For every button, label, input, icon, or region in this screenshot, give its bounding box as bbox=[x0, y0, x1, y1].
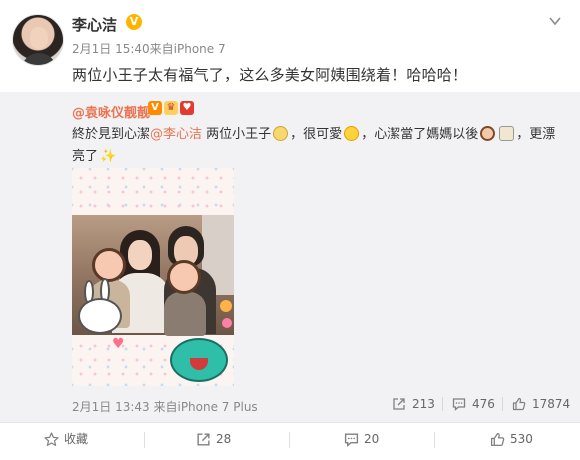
post-meta: 2月1日 15:40来自iPhone 7 bbox=[72, 42, 226, 56]
member-crown-icon: ♛ bbox=[164, 101, 178, 115]
repost-text-part: ，很可愛 bbox=[290, 127, 343, 142]
repost-author[interactable]: @袁咏仪靓靓 bbox=[72, 102, 150, 121]
thumbs-up-icon bbox=[490, 432, 505, 447]
avatar-shirt bbox=[21, 53, 57, 65]
child-body bbox=[164, 292, 206, 336]
repost-photo[interactable]: ♥ bbox=[72, 168, 234, 386]
star-icon bbox=[44, 432, 59, 446]
sticker-dot bbox=[222, 318, 232, 328]
avatar-face bbox=[30, 27, 48, 49]
comment-icon bbox=[452, 398, 466, 411]
repost-text-part: 終於見到心潔 bbox=[72, 127, 151, 142]
sticker-dot bbox=[220, 300, 232, 312]
divider bbox=[434, 432, 435, 448]
repost-meta: 2月1日 13:43 来自iPhone 7 Plus bbox=[72, 400, 258, 414]
comment-count-label: 476 bbox=[472, 397, 495, 411]
person-face bbox=[128, 240, 152, 270]
repost-count-label: 28 bbox=[216, 432, 232, 446]
mention-link[interactable]: @李心洁 bbox=[150, 127, 202, 142]
like-count-label: 530 bbox=[510, 432, 533, 446]
post-text: 两位小王子太有福气了，这么多美女阿姨围绕着！哈哈哈！ bbox=[72, 66, 468, 84]
crown-emoji-icon bbox=[273, 126, 289, 141]
girl-emoji-icon bbox=[480, 126, 496, 141]
bunny-sticker bbox=[78, 298, 122, 334]
avatar[interactable] bbox=[12, 14, 64, 66]
repost-text-part: 两位小王子 bbox=[202, 127, 272, 142]
verified-v-icon: V bbox=[148, 101, 162, 115]
thumbs-up-icon bbox=[512, 397, 526, 411]
chevron-down-icon[interactable] bbox=[548, 14, 562, 28]
repost-count-label: 213 bbox=[412, 397, 435, 411]
sparkles-icon: ✨ bbox=[100, 149, 117, 164]
repost-icon bbox=[197, 433, 210, 446]
child-face-sticker bbox=[167, 260, 201, 294]
weibo-card: 李心洁 V 2月1日 15:40来自iPhone 7 两位小王子太有福气了，这么… bbox=[0, 0, 580, 460]
user-name[interactable]: 李心洁 bbox=[72, 14, 117, 35]
like-count-label: 17874 bbox=[532, 397, 571, 411]
divider bbox=[144, 432, 145, 448]
favorite-label: 收藏 bbox=[64, 432, 89, 446]
repost-text-part: ，心潔當了媽媽以後 bbox=[361, 127, 479, 142]
comment-count-label: 20 bbox=[364, 432, 380, 446]
repost-icon bbox=[393, 398, 405, 410]
heart-icon: ♥ bbox=[112, 336, 125, 352]
comment-icon bbox=[344, 433, 359, 447]
child-face-sticker bbox=[92, 248, 126, 282]
verified-v-icon: V bbox=[126, 14, 142, 30]
divider bbox=[442, 397, 443, 411]
divider bbox=[502, 397, 503, 411]
divider bbox=[289, 432, 290, 448]
frame-emoji-icon bbox=[499, 126, 515, 141]
heart-eyes-emoji-icon bbox=[344, 126, 360, 141]
red-envelope-icon: ♥ bbox=[180, 101, 194, 115]
